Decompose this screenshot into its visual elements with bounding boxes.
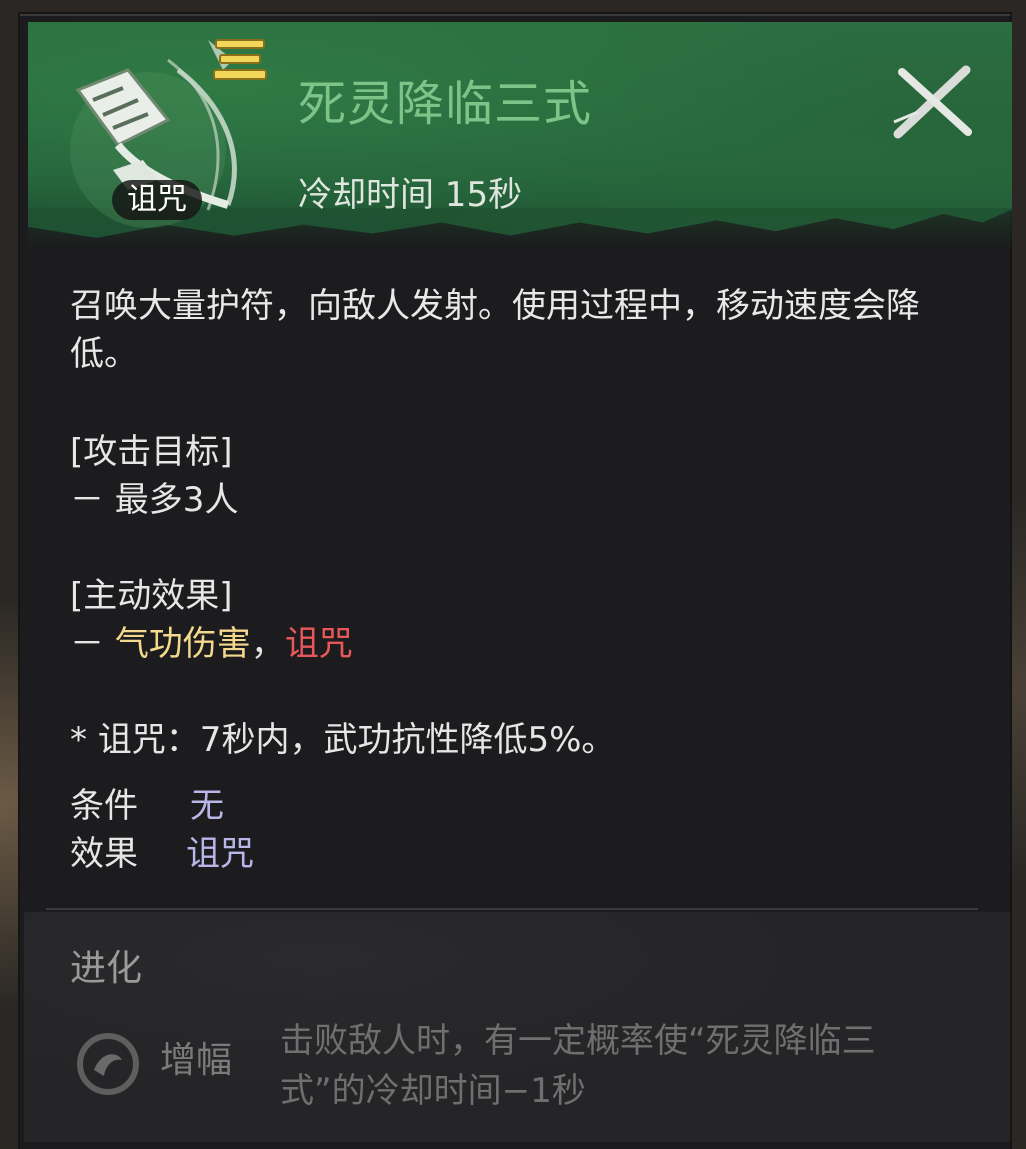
skill-type-tag: 诅咒 <box>112 180 202 220</box>
skill-description: 召唤大量护符，向敌人发射。使用过程中，移动速度会降低。 <box>70 286 920 374</box>
effect-prefix: － <box>70 624 115 664</box>
evolution-title: 进化 <box>70 948 143 989</box>
cooldown-text: 冷却时间 15秒 <box>298 175 523 215</box>
effect-value: 诅咒 <box>186 834 254 874</box>
swirl-icon <box>77 1033 139 1095</box>
condition-label: 条件 <box>70 786 138 826</box>
three-bars-icon <box>213 39 267 80</box>
curse-note: * 诅咒：7秒内，武功抗性降低5%。 <box>70 720 616 760</box>
target-heading: [攻击目标] <box>70 432 233 472</box>
skill-title: 死灵降临三式 <box>298 76 593 132</box>
evolution-name: 增幅 <box>160 1040 233 1081</box>
qigong-damage-text: 气功伤害 <box>114 624 251 664</box>
evolution-description: 击败敌人时，有一定概率使“死灵降临三式”的冷却时间−1秒 <box>280 1021 876 1111</box>
curse-text: 诅咒 <box>284 624 353 664</box>
close-x-icon[interactable] <box>888 62 976 140</box>
condition-value: 无 <box>190 786 224 826</box>
effect-label: 效果 <box>70 834 138 874</box>
section-divider <box>46 908 978 910</box>
target-count: － 最多3人 <box>70 480 239 520</box>
effect-separator: ， <box>250 624 285 664</box>
active-effect-line: － 气功伤害，诅咒 <box>70 620 353 668</box>
active-effect-heading: [主动效果] <box>70 576 233 616</box>
